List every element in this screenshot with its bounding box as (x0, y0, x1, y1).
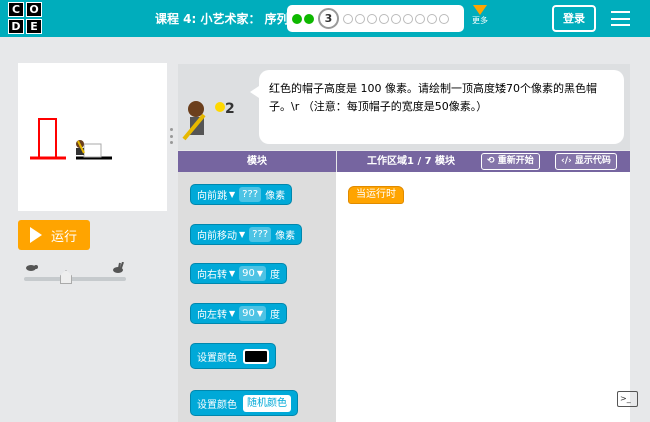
block-label: 向前跳 (197, 191, 227, 202)
puzzle-dot[interactable] (403, 13, 413, 24)
terminal-icon[interactable]: >_ (617, 391, 638, 407)
code-icon: ‹/› (561, 156, 572, 166)
value-field[interactable]: 90 ▼ (239, 266, 267, 281)
workspace[interactable] (336, 172, 630, 422)
top-header: C O D E 课程 4: 小艺术家： 序列 3 更多 登录 (0, 0, 650, 37)
value-field[interactable]: ??? (239, 187, 262, 202)
jump-forward-block[interactable]: 向前跳 ▼ ??? 像素 (190, 184, 293, 205)
block-label: 向前移动 (197, 231, 237, 242)
workspace-header: 工作区域1 / 7 模块 ⟲ 重新开始 ‹/› 显示代码 (337, 151, 630, 172)
caret-down-icon (473, 5, 487, 15)
block-unit: 像素 (265, 191, 286, 202)
turn-right-block[interactable]: 向右转 ▼ 90 ▼ 度 (190, 263, 288, 284)
value-field[interactable]: 90 ▼ (239, 306, 267, 321)
lesson-title[interactable]: 课程 4: 小艺术家： 序列 (155, 10, 289, 27)
toolbox (178, 172, 336, 422)
set-random-color-block[interactable]: 设置颜色 随机颜色 (190, 390, 298, 416)
block-unit: 像素 (275, 231, 296, 242)
logo-letter: E (26, 19, 42, 34)
dropdown-icon: ▼ (256, 269, 264, 278)
hamburger-menu-icon[interactable] (611, 11, 630, 26)
artist-icon (76, 140, 85, 155)
dropdown-icon: ▼ (256, 309, 264, 318)
turn-left-block[interactable]: 向左转 ▼ 90 ▼ 度 (190, 303, 288, 324)
login-button[interactable]: 登录 (552, 5, 596, 32)
puzzle-dot[interactable] (391, 13, 401, 24)
logo-letter: C (8, 2, 24, 17)
restart-label: 重新开始 (497, 156, 534, 166)
black-hat-guide (83, 143, 102, 158)
puzzle-dot[interactable] (355, 13, 365, 24)
show-code-button[interactable]: ‹/› 显示代码 (555, 153, 617, 170)
puzzle-dot-1[interactable] (292, 13, 302, 24)
block-label: 向右转 (197, 270, 227, 281)
restart-button[interactable]: ⟲ 重新开始 (481, 153, 540, 170)
rabbit-icon (113, 262, 124, 273)
random-color-field[interactable]: 随机颜色 (243, 394, 291, 412)
play-icon (30, 227, 42, 243)
block-unit: 度 (270, 310, 281, 321)
instructions-text: 红色的帽子高度是 100 像素。请绘制一顶高度矮70个像素的黑色帽子。\r （注… (250, 70, 624, 144)
speed-slider[interactable] (22, 262, 128, 288)
value-field[interactable]: ??? (249, 227, 272, 242)
code-logo[interactable]: C O D E (8, 2, 44, 35)
workspace-title: 工作区域1 / 7 模块 (367, 156, 456, 167)
puzzle-dot-2[interactable] (304, 13, 314, 24)
block-unit: 度 (270, 270, 281, 281)
puzzle-dot[interactable] (415, 13, 425, 24)
toolbox-header: 模块 (178, 151, 336, 172)
dropdown-icon: ▼ (229, 190, 236, 199)
show-code-label: 显示代码 (574, 156, 611, 166)
speed-track[interactable] (24, 277, 126, 281)
puzzle-dot-current[interactable]: 3 (318, 8, 339, 29)
logo-letter: D (8, 19, 24, 34)
turtle-icon (26, 265, 38, 271)
puzzle-dot[interactable] (343, 13, 353, 24)
run-button[interactable]: 运行 (18, 220, 90, 250)
dropdown-icon: ▼ (229, 269, 236, 278)
red-hat-shape (38, 118, 57, 159)
puzzle-dot[interactable] (367, 13, 377, 24)
set-color-block[interactable]: 设置颜色 (190, 343, 276, 369)
block-label: 设置颜色 (197, 399, 237, 411)
resize-handle[interactable] (170, 128, 173, 144)
more-label: 更多 (472, 16, 488, 25)
instructor-avatar: 2 (180, 95, 236, 143)
dropdown-icon: ▼ (239, 230, 246, 239)
dropdown-icon: ▼ (229, 309, 236, 318)
speed-thumb[interactable] (60, 270, 72, 284)
artist-drawing (30, 118, 112, 160)
logo-letter: O (26, 2, 42, 17)
puzzle-dot[interactable] (439, 13, 449, 24)
progress-bar: 3 (287, 5, 464, 32)
hint-count-badge: 2 (225, 101, 235, 117)
move-forward-block[interactable]: 向前移动 ▼ ??? 像素 (190, 224, 303, 245)
restart-icon: ⟲ (487, 156, 495, 166)
color-swatch[interactable] (243, 348, 269, 364)
when-run-block[interactable]: 当运行时 (348, 186, 404, 204)
run-label: 运行 (51, 229, 78, 245)
more-button[interactable]: 更多 (470, 5, 490, 33)
drawing-canvas (18, 63, 167, 211)
puzzle-dot[interactable] (379, 13, 389, 24)
block-label: 设置颜色 (197, 352, 237, 364)
puzzle-dot[interactable] (427, 13, 437, 24)
block-label: 向左转 (197, 310, 227, 321)
